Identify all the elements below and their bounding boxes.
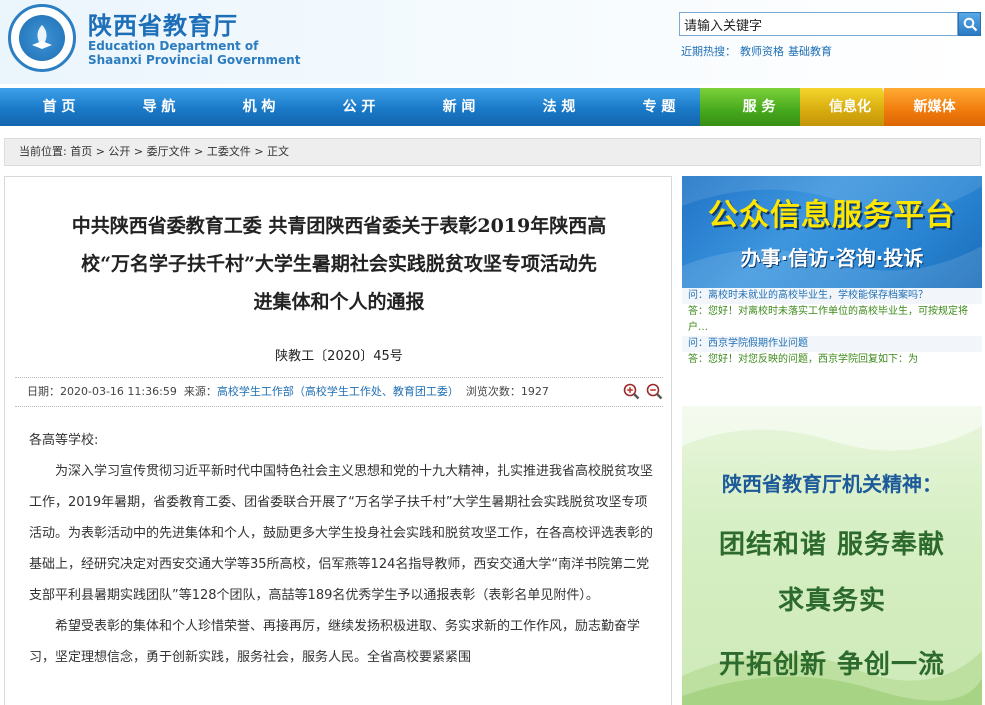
meta-source-label: 来源：: [183, 385, 217, 398]
public-service-banner[interactable]: 公众信息服务平台 办事·信访·咨询·投诉: [682, 176, 982, 288]
spirit-line: 团结和谐 服务奉献: [718, 530, 946, 560]
site-title-en-line1: Education Department of: [88, 39, 259, 53]
meta-source-link[interactable]: 高校学生工作部（高校学生工作处、教育团工委）: [217, 385, 459, 398]
main-nav: 首 页 导 航 机 构 公 开 新 闻 法 规 专 题 服 务 信息化 新媒体: [0, 88, 985, 126]
site-header: 陕西省教育厅 Education Department of Shaanxi P…: [0, 0, 985, 84]
spirit-line: 求真务实: [777, 586, 886, 616]
meta-date: 日期：2020-03-16 11:36:59: [27, 385, 177, 398]
zoom-in-icon[interactable]: [623, 383, 640, 400]
site-title-cn[interactable]: 陕西省教育厅: [88, 6, 238, 41]
qa-list: 问：离校时未就业的高校毕业生，学校能保存档案吗？ 答：您好！对离校时未落实工作单…: [682, 288, 982, 402]
article-paragraph: 希望受表彰的集体和个人珍惜荣誉、再接再厉，继续发扬积极进取、务实求新的工作作风，…: [29, 619, 641, 665]
qa-question[interactable]: 问：西京学院假期作业问题: [682, 336, 982, 352]
article-salutation: 各高等学校:: [29, 433, 99, 448]
qa-answer[interactable]: 答：您好！对离校时未落实工作单位的高校毕业生，可按规定将户…: [682, 304, 982, 336]
search-button[interactable]: [958, 12, 981, 36]
nav-new-media[interactable]: 新媒体: [884, 88, 985, 126]
hot-word-basic-edu[interactable]: 基础教育: [788, 45, 832, 58]
public-service-subtitle: 办事·信访·咨询·投诉: [740, 246, 924, 270]
document-number: 陕教工〔2020〕45号: [275, 349, 403, 364]
article-paragraph: 为深入学习宣传贯彻习近平新时代中国特色社会主义思想和党的十九大精神，扎实推进我省…: [29, 464, 654, 603]
article-body: 各高等学校: 为深入学习宣传贯彻习近平新时代中国特色社会主义思想和党的十九大精神…: [29, 425, 653, 673]
article-title: 中共陕西省委教育工委 共青团陕西省委关于表彰2019年陕西高 校“万名学子扶千村…: [15, 207, 663, 321]
hot-search-label: 近期热搜：: [681, 45, 736, 58]
zoom-out-icon[interactable]: [646, 383, 663, 400]
spirit-line: 开拓创新 争创一流: [718, 650, 946, 680]
page: 陕西省教育厅 Education Department of Shaanxi P…: [0, 0, 985, 705]
article-meta: 日期：2020-03-16 11:36:59 来源：高校学生工作部（高校学生工作…: [15, 377, 663, 407]
public-service-title: 公众信息服务平台: [708, 198, 956, 233]
meta-views: 浏览次数：1927: [465, 385, 549, 398]
site-logo[interactable]: [8, 4, 76, 72]
hot-word-teacher[interactable]: 教师资格: [740, 45, 784, 58]
hot-search: 近期热搜： 教师资格 基础教育: [681, 43, 836, 59]
breadcrumb: 当前位置: 首页 > 公开 > 委厅文件 > 工委文件 > 正文: [4, 138, 981, 166]
spirit-banner[interactable]: 陕西省教育厅机关精神： 团结和谐 服务奉献 求真务实 开拓创新 争创一流: [682, 406, 982, 705]
search-icon: [963, 17, 978, 32]
article-title-line2: 校“万名学子扶千村”大学生暑期社会实践脱贫攻坚专项活动先: [81, 253, 597, 275]
article-panel: 中共陕西省委教育工委 共青团陕西省委关于表彰2019年陕西高 校“万名学子扶千村…: [4, 176, 672, 705]
article-title-line3: 进集体和个人的通报: [253, 291, 425, 313]
qa-answer[interactable]: 答：您好！对您反映的问题，西京学院回复如下：为: [682, 352, 982, 368]
site-title-en-line2: Shaanxi Provincial Government: [88, 53, 301, 67]
qa-question[interactable]: 问：离校时未就业的高校毕业生，学校能保存档案吗？: [682, 288, 982, 304]
search-input[interactable]: [679, 12, 958, 36]
article-title-line1: 中共陕西省委教育工委 共青团陕西省委关于表彰2019年陕西高: [71, 215, 607, 237]
logo-emblem-icon: [19, 15, 65, 61]
spirit-title: 陕西省教育厅机关精神：: [722, 472, 942, 496]
